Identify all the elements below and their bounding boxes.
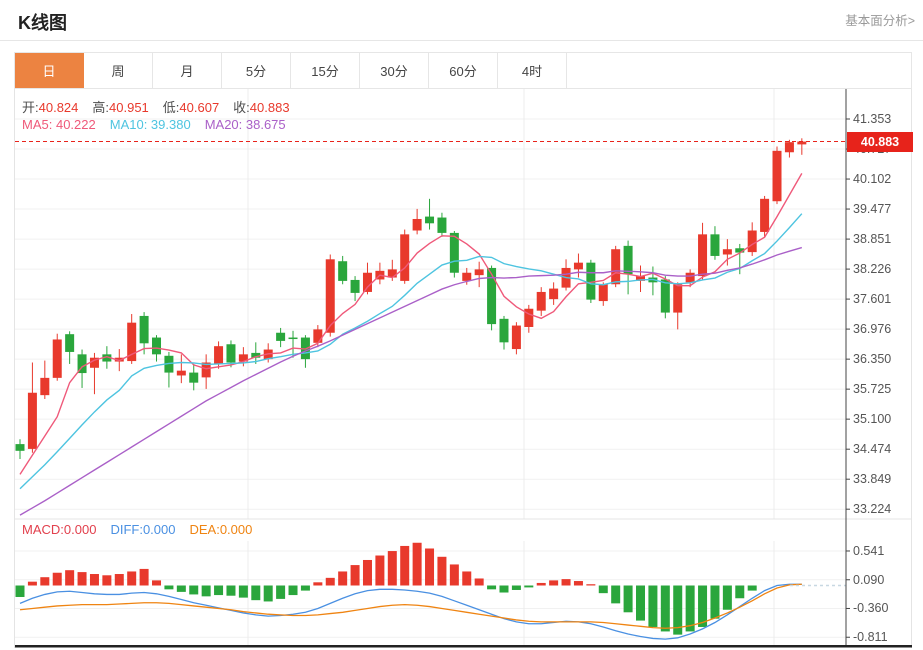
axis-tick-label: 38.851 (853, 232, 911, 246)
axis-tick-label: 41.353 (853, 112, 911, 126)
tab-日[interactable]: 日 (15, 53, 84, 88)
diff-value: DIFF:0.000 (110, 522, 175, 537)
ma20-value: MA20: 38.675 (205, 117, 286, 132)
ma-info-row: MA5: 40.222 MA10: 39.380 MA20: 38.675 (22, 117, 286, 132)
header-divider (0, 40, 923, 41)
fundamental-analysis-link[interactable]: 基本面分析> (845, 10, 915, 29)
axis-tick-label: -0.811 (853, 630, 911, 644)
tab-周[interactable]: 周 (84, 53, 153, 88)
dea-value: DEA:0.000 (189, 522, 252, 537)
axis-tick-label: 40.102 (853, 172, 911, 186)
axis-tick-label: -0.360 (853, 601, 911, 615)
axis-tick-label: 36.976 (853, 322, 911, 336)
axis-tick-label: 36.350 (853, 352, 911, 366)
ma10-value: MA10: 39.380 (110, 117, 191, 132)
kline-page: K线图 基本面分析> 日周月5分15分30分60分4时 开:40.824高:40… (0, 0, 923, 650)
ma5-value: MA5: 40.222 (22, 117, 96, 132)
tab-15分[interactable]: 15分 (291, 53, 360, 88)
macd-value: MACD:0.000 (22, 522, 96, 537)
macd-info-row: MACD:0.000 DIFF:0.000 DEA:0.000 (22, 522, 252, 537)
period-tab-bar: 日周月5分15分30分60分4时 (14, 52, 912, 89)
axis-tick-label: 34.474 (853, 442, 911, 456)
axis-tick-label: 39.477 (853, 202, 911, 216)
close-label: 收: (233, 100, 250, 115)
axis-tick-label: 33.849 (853, 472, 911, 486)
open-label: 开: (22, 100, 39, 115)
tab-5分[interactable]: 5分 (222, 53, 291, 88)
kline-chart-canvas[interactable] (15, 89, 913, 648)
tab-月[interactable]: 月 (153, 53, 222, 88)
axis-tick-label: 33.224 (853, 502, 911, 516)
axis-tick-label: 0.090 (853, 573, 911, 587)
axis-tick-label: 38.226 (853, 262, 911, 276)
tab-60分[interactable]: 60分 (429, 53, 498, 88)
high-label: 高: (92, 100, 109, 115)
axis-tick-label: 0.541 (853, 544, 911, 558)
open-value: 40.824 (39, 100, 79, 115)
tab-4时[interactable]: 4时 (498, 53, 567, 88)
tab-30分[interactable]: 30分 (360, 53, 429, 88)
page-title: K线图 (18, 9, 67, 35)
high-value: 40.951 (109, 100, 149, 115)
tab-row-filler (567, 53, 911, 88)
axis-tick-label: 37.601 (853, 292, 911, 306)
ohlc-info-row: 开:40.824 高:40.951 低:40.607 收:40.883 (22, 97, 290, 116)
axis-tick-label: 35.725 (853, 382, 911, 396)
current-price-badge: 40.883 (847, 132, 913, 152)
kline-chart-container: 开:40.824高:40.951低:40.607收:40.883 MA5: 40… (14, 89, 912, 648)
low-value: 40.607 (179, 100, 219, 115)
low-label: 低: (163, 100, 180, 115)
axis-tick-label: 35.100 (853, 412, 911, 426)
close-value: 40.883 (250, 100, 290, 115)
